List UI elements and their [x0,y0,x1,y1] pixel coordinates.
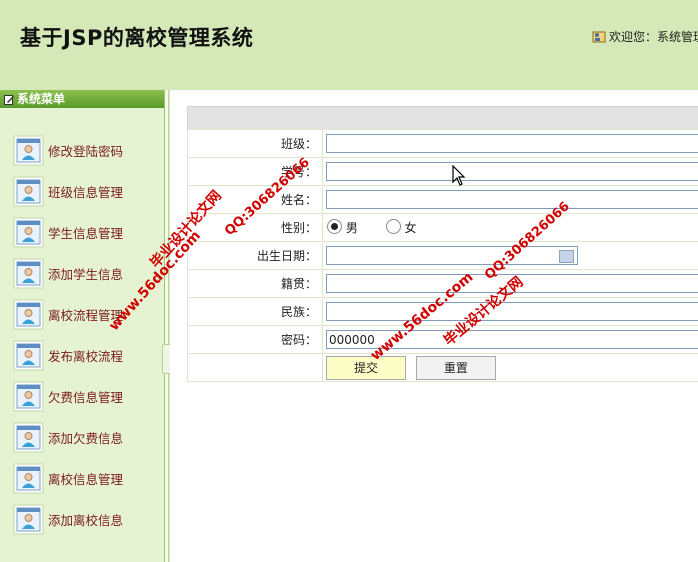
splitter [165,90,169,562]
mouse-cursor-icon [452,165,466,186]
welcome-label: 欢迎您：系统管理 [609,30,698,44]
sidebar-item-label: 学生信息管理 [48,225,124,241]
form-header-bar [187,106,698,129]
form-row-class: 班级： [187,129,698,158]
user-icon [592,29,606,43]
ethnicity-label: 民族： [187,297,323,326]
sidebar-item-label: 离校信息管理 [48,471,124,487]
sidebar-item-label: 修改登陆密码 [48,143,124,159]
sidebar-item-4[interactable]: 添加学生信息 [13,257,161,289]
birthdate-input[interactable] [326,246,578,265]
student-card-icon [13,340,44,370]
sidebar-item-1[interactable]: 修改登陆密码 [13,134,161,166]
class-label: 班级： [187,129,323,158]
sidebar-item-label: 班级信息管理 [48,184,124,200]
student-card-icon [13,258,44,288]
sidebar-item-label: 添加欠费信息 [48,430,124,446]
calendar-icon[interactable] [559,250,574,263]
sidebar-item-7[interactable]: 欠费信息管理 [13,380,161,412]
sidebar-item-6[interactable]: 发布离校流程 [13,339,161,371]
main-content: 班级： 学号： 姓名： 性别： 男 女 出生日期： 籍贯： 民族： 密码： 00… [170,90,698,562]
sidebar-item-10[interactable]: 添加离校信息 [13,503,161,535]
ethnicity-input[interactable] [326,302,698,321]
form-row-birthdate: 出生日期： [187,241,698,270]
class-input[interactable] [326,134,698,153]
student-card-icon [13,299,44,329]
submit-button[interactable]: 提交 [326,355,406,380]
form-row-actions: 提交 重置 [187,353,698,382]
sidebar-item-label: 发布离校流程 [48,348,124,364]
reset-button[interactable]: 重置 [415,355,496,380]
student-card-icon [13,504,44,534]
sidebar-item-9[interactable]: 离校信息管理 [13,462,161,494]
sidebar-item-label: 添加离校信息 [48,512,124,528]
password-label: 密码： [187,325,323,354]
sidebar-item-label: 欠费信息管理 [48,389,124,405]
gender-female-label: 女 [404,221,417,235]
app-title: 基于JSP的离校管理系统 [20,26,254,50]
actions-spacer [187,353,323,382]
gender-female-radio[interactable] [385,219,401,234]
sidebar-item-8[interactable]: 添加欠费信息 [13,421,161,453]
welcome-text: 欢迎您：系统管理 [592,28,698,45]
edit-icon [4,95,14,105]
student-card-icon [13,422,44,452]
sidebar-item-label: 添加学生信息 [48,266,124,282]
student-card-icon [13,381,44,411]
student-card-icon [13,135,44,165]
form-row-gender: 性别： 男 女 [187,213,698,242]
student-form: 班级： 学号： 姓名： 性别： 男 女 出生日期： 籍贯： 民族： 密码： 00… [187,129,698,382]
gender-male-radio[interactable] [327,219,342,234]
sidebar-item-3[interactable]: 学生信息管理 [13,216,161,248]
student-id-input[interactable] [326,162,698,181]
sidebar-item-2[interactable]: 班级信息管理 [13,175,161,207]
student-card-icon [13,217,44,247]
native-place-label: 籍贯： [187,269,323,298]
menu-title-label: 系统菜单 [17,92,66,106]
name-input[interactable] [326,190,698,209]
form-container: 班级： 学号： 姓名： 性别： 男 女 出生日期： 籍贯： 民族： 密码： 00… [187,106,698,382]
birthdate-label: 出生日期： [187,241,323,270]
menu-title: 系统菜单 [0,90,164,108]
student-card-icon [13,176,44,206]
gender-male-label: 男 [345,221,358,235]
student-card-icon [13,463,44,493]
header: 基于JSP的离校管理系统 欢迎您：系统管理 [0,0,698,90]
form-row-student-id: 学号： [187,157,698,186]
